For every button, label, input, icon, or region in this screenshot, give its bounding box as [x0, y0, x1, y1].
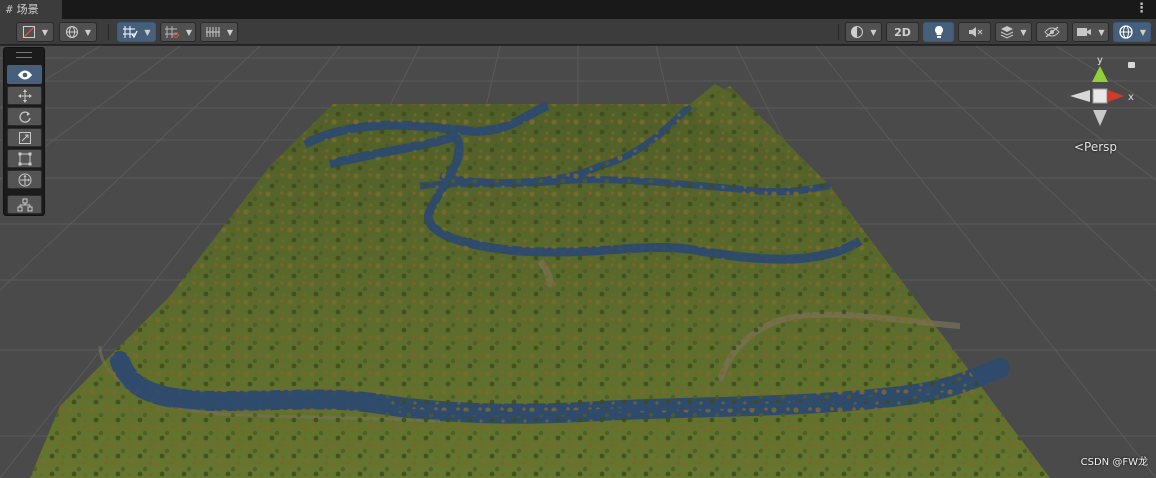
lighting-toggle[interactable]	[923, 22, 954, 42]
scene-toolbar: ▼ ▼ ▼ ▼ ▼ ▼ 2D ▼ ▼ ▼	[0, 19, 1156, 45]
transform-globe-icon	[18, 173, 31, 186]
move-tool-button[interactable]	[7, 86, 42, 105]
render-mode-dropdown[interactable]: ▼	[59, 22, 97, 42]
watermark-text: CSDN @FW龙	[1080, 457, 1148, 468]
tool-palette	[3, 47, 45, 216]
palette-drag-handle[interactable]	[16, 52, 32, 58]
globe-icon	[65, 26, 78, 38]
gizmo-globe-icon	[1119, 25, 1133, 39]
scene-viewport[interactable]: CSDN @FW龙	[0, 46, 1156, 478]
chevron-down-icon: ▼	[41, 27, 49, 37]
gizmo-center-cube	[1092, 88, 1108, 104]
gizmo-x-label: x	[1128, 92, 1134, 103]
scene-grid-icon: #	[6, 3, 13, 16]
chevron-down-icon: ▼	[1098, 27, 1105, 37]
lightbulb-icon	[934, 26, 943, 38]
grid-snap-icon	[123, 26, 138, 39]
transform-tool-button[interactable]	[7, 170, 42, 189]
forest	[30, 86, 1050, 478]
toolbar-separator	[108, 24, 109, 40]
gizmo-neg-x-cone	[1070, 90, 1090, 102]
camera-settings-dropdown[interactable]: ▼	[1072, 22, 1109, 42]
scene-window: # 场景 ⋮ ▼ ▼ ▼ ▼ ▼ ▼ 2D ▼ ▼ ▼ CSDN @FW龙 y …	[0, 0, 1156, 478]
tab-bar: # 场景 ⋮	[0, 0, 1156, 19]
grid-snapping-toggle[interactable]: ▼	[117, 22, 156, 42]
chevron-down-icon: ▼	[1020, 27, 1027, 37]
increment-snap-dropdown[interactable]: ▼	[160, 22, 196, 42]
camera-icon	[1077, 28, 1092, 36]
move-arrows-icon	[17, 88, 32, 103]
chevron-down-icon: ▼	[144, 27, 151, 37]
gizmos-dropdown[interactable]: ▼	[1113, 22, 1151, 42]
terrain	[30, 84, 1050, 478]
gizmo-y-cone	[1092, 66, 1108, 82]
chevron-down-icon: ▼	[84, 27, 92, 37]
ruler-grid-icon	[205, 27, 220, 37]
snap-increment-icon	[164, 26, 179, 38]
eye-hidden-icon	[1044, 26, 1060, 38]
chevron-down-icon: ▼	[1139, 27, 1147, 37]
layers-effects-icon	[1001, 26, 1014, 39]
chevron-down-icon: ▼	[226, 27, 234, 37]
effects-dropdown[interactable]: ▼	[995, 22, 1032, 42]
shading-mode-icon	[22, 26, 35, 38]
chevron-down-icon: ▼	[185, 27, 193, 37]
scene-render	[0, 46, 1156, 478]
scale-tool-button[interactable]	[7, 128, 42, 147]
draw-mode-dropdown[interactable]: ▼	[16, 22, 54, 42]
gizmo-x-cone	[1108, 90, 1124, 102]
tab-scene-label: 场景	[16, 3, 39, 16]
speaker-muted-icon	[968, 27, 982, 37]
lock-icon[interactable]	[1128, 62, 1135, 68]
rect-tool-button[interactable]	[7, 149, 42, 168]
tab-scene[interactable]: # 场景	[0, 0, 62, 19]
rotate-icon	[18, 111, 31, 123]
gizmo-y-label: y	[1097, 55, 1103, 66]
toolbar-separator	[838, 24, 839, 40]
gizmo-neg-y-cone	[1093, 110, 1107, 126]
more-options-icon[interactable]: ⋮	[1135, 0, 1148, 17]
hidden-objects-toggle[interactable]	[1036, 22, 1068, 42]
sphere-shading-icon	[851, 26, 864, 38]
rect-transform-icon	[18, 152, 31, 165]
custom-tool-button[interactable]	[7, 195, 42, 214]
scale-icon	[18, 131, 31, 144]
rotate-tool-button[interactable]	[7, 107, 42, 126]
chevron-down-icon: ▼	[870, 27, 877, 37]
2d-toggle-button[interactable]: 2D	[886, 22, 919, 42]
projection-toggle[interactable]: <Persp	[1074, 140, 1117, 154]
eye-icon	[17, 70, 32, 79]
view-tool-button[interactable]	[7, 65, 42, 84]
custom-editor-tool-icon	[17, 198, 32, 211]
grid-visibility-dropdown[interactable]: ▼	[200, 22, 238, 42]
shading-dropdown[interactable]: ▼	[845, 22, 882, 42]
audio-toggle[interactable]	[958, 22, 991, 42]
